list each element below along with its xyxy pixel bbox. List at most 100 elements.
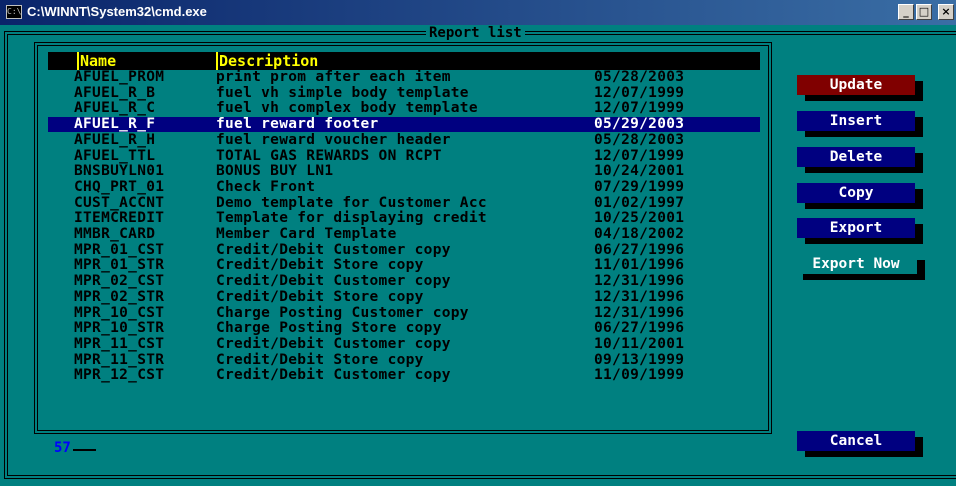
report-date-cell: 12/07/1999 <box>594 84 685 101</box>
list-item[interactable]: MPR_10_CST Charge Posting Customer copy 12… <box>48 304 760 321</box>
list-item[interactable]: AFUEL_R_B fuel vh simple body template 12/… <box>48 84 760 101</box>
report-description-cell: fuel reward voucher header <box>216 131 451 148</box>
report-description-cell: Check Front <box>216 178 316 195</box>
list-item[interactable]: MPR_01_STR Credit/Debit Store copy 11/01/1… <box>48 258 760 273</box>
list-item[interactable]: MPR_11_STR Credit/Debit Store copy 09/13/1… <box>48 351 760 368</box>
header-separator <box>216 52 218 70</box>
list-item[interactable]: AFUEL_R_F fuel reward footer 05/29/2003 <box>48 116 760 133</box>
report-date-cell: 05/29/2003 <box>594 116 685 133</box>
list-item[interactable]: MPR_10_STR Charge Posting Store copy 06/27… <box>48 321 760 336</box>
report-date-cell: 04/18/2002 <box>594 226 685 242</box>
list-item[interactable]: AFUEL_TTL TOTAL GAS REWARDS ON RCPT 12/07/… <box>48 147 760 164</box>
report-description-cell: Credit/Debit Store copy <box>216 288 424 305</box>
list-item[interactable]: MPR_02_CST Credit/Debit Customer copy 12/3… <box>48 274 760 289</box>
report-name-cell: MPR_10_CST <box>74 304 165 321</box>
export-button[interactable]: Export <box>797 218 915 238</box>
close-button[interactable]: × <box>938 4 954 20</box>
report-description-cell: fuel vh complex body template <box>216 100 478 117</box>
report-name-cell: MPR_11_STR <box>74 351 165 368</box>
report-name-cell: MPR_02_CST <box>74 273 165 290</box>
report-description-cell: Credit/Debit Customer copy <box>216 273 451 290</box>
report-date-cell: 07/29/1999 <box>594 178 685 195</box>
report-date-cell: 11/01/1996 <box>594 257 685 274</box>
report-date-cell: 05/28/2003 <box>594 131 685 148</box>
report-description-cell: Credit/Debit Store copy <box>216 257 424 274</box>
list-item[interactable]: BNSBUYLN01 BONUS BUY LN1 10/24/2001 <box>48 164 760 179</box>
report-description-cell: Credit/Debit Customer copy <box>216 367 451 384</box>
report-date-cell: 09/13/1999 <box>594 351 685 368</box>
report-name-cell: CHQ_PRT_01 <box>74 178 165 195</box>
column-header-name[interactable]: Name <box>80 52 116 70</box>
report-description-cell: fuel reward footer <box>216 116 379 133</box>
header-separator <box>77 52 79 70</box>
cancel-button[interactable]: Cancel <box>797 431 915 451</box>
report-date-cell: 05/28/2003 <box>594 69 685 85</box>
report-description-cell: TOTAL GAS REWARDS ON RCPT <box>216 147 442 164</box>
report-name-cell: BNSBUYLN01 <box>74 163 165 180</box>
report-date-cell: 10/11/2001 <box>594 335 685 352</box>
list-item[interactable]: AFUEL_PROM print prom after each item 05/2… <box>48 70 760 85</box>
report-name-cell: AFUEL_R_B <box>74 84 156 101</box>
report-description-cell: print prom after each item <box>216 69 451 85</box>
report-name-cell: MPR_01_STR <box>74 257 165 274</box>
list-item[interactable]: AFUEL_R_H fuel reward voucher header 05/28… <box>48 131 760 148</box>
report-date-cell: 01/02/1997 <box>594 194 685 211</box>
column-header-description[interactable]: Description <box>219 52 318 70</box>
report-description-cell: Demo template for Customer Acc <box>216 194 487 211</box>
copy-button[interactable]: Copy <box>797 183 915 203</box>
export-now-button[interactable]: Export Now <box>795 254 917 274</box>
report-date-cell: 12/31/1996 <box>594 304 685 321</box>
list-item[interactable]: MPR_12_CST Credit/Debit Customer copy 11/0… <box>48 368 760 383</box>
report-date-cell: 10/24/2001 <box>594 163 685 180</box>
window-title-bar[interactable]: C:\ C:\WINNT\System32\cmd.exe _ □ × <box>0 0 956 25</box>
report-description-cell: Credit/Debit Customer copy <box>216 335 451 352</box>
report-description-cell: fuel vh simple body template <box>216 84 469 101</box>
report-name-cell: MPR_02_STR <box>74 288 165 305</box>
list-item[interactable]: MPR_02_STR Credit/Debit Store copy 12/31/1… <box>48 288 760 305</box>
minimize-button[interactable]: _ <box>898 4 914 20</box>
report-name-cell: AFUEL_R_H <box>74 131 156 148</box>
report-name-cell: AFUEL_PROM <box>74 69 165 85</box>
list-item[interactable]: AFUEL_R_C fuel vh complex body template 12… <box>48 101 760 116</box>
report-name-cell: MPR_10_STR <box>74 320 165 337</box>
report-date-cell: 12/31/1996 <box>594 288 685 305</box>
report-description-cell: Charge Posting Customer copy <box>216 304 469 321</box>
list-item[interactable]: ITEMCREDIT Template for displaying credit… <box>48 211 760 226</box>
report-date-cell: 06/27/1996 <box>594 241 685 258</box>
insert-button[interactable]: Insert <box>797 111 915 131</box>
list-item[interactable]: MPR_11_CST Credit/Debit Customer copy 10/1… <box>48 335 760 352</box>
report-date-cell: 12/07/1999 <box>594 100 685 117</box>
list-item[interactable]: MPR_01_CST Credit/Debit Customer copy 06/2… <box>48 241 760 258</box>
list-item[interactable]: MMBR_CARD Member Card Template 04/18/2002 <box>48 227 760 242</box>
console-icon-text: C:\ <box>7 7 22 16</box>
report-name-cell: ITEMCREDIT <box>74 210 165 227</box>
report-name-cell: MPR_11_CST <box>74 335 165 352</box>
report-date-cell: 12/07/1999 <box>594 147 685 164</box>
count-divider <box>72 449 96 451</box>
report-name-cell: AFUEL_R_F <box>74 116 156 133</box>
report-name-cell: MPR_01_CST <box>74 241 165 258</box>
console-icon[interactable]: C:\ <box>6 5 22 19</box>
report-date-cell: 06/27/1996 <box>594 320 685 337</box>
list-item[interactable]: CHQ_PRT_01 Check Front 07/29/1999 <box>48 178 760 195</box>
frame-title: Report list <box>426 25 525 41</box>
maximize-button[interactable]: □ <box>916 4 932 20</box>
update-button[interactable]: Update <box>797 75 915 95</box>
report-description-cell: Credit/Debit Store copy <box>216 351 424 368</box>
list-item[interactable]: CUST_ACCNT Demo template for Customer Acc… <box>48 194 760 211</box>
report-description-cell: Template for displaying credit <box>216 210 487 227</box>
report-description-cell: Charge Posting Store copy <box>216 320 442 337</box>
report-description-cell: Credit/Debit Customer copy <box>216 241 451 258</box>
report-name-cell: AFUEL_R_C <box>74 100 156 117</box>
report-date-cell: 10/25/2001 <box>594 210 685 227</box>
report-name-cell: CUST_ACCNT <box>74 194 165 211</box>
record-count: 57 <box>52 440 73 456</box>
delete-button[interactable]: Delete <box>797 147 915 167</box>
report-name-cell: AFUEL_TTL <box>74 147 156 164</box>
report-date-cell: 11/09/1999 <box>594 367 685 384</box>
window-title: C:\WINNT\System32\cmd.exe <box>27 4 207 19</box>
report-name-cell: MPR_12_CST <box>74 367 165 384</box>
report-description-cell: BONUS BUY LN1 <box>216 163 334 180</box>
report-name-cell: MMBR_CARD <box>74 226 156 242</box>
report-date-cell: 12/31/1996 <box>594 273 685 290</box>
